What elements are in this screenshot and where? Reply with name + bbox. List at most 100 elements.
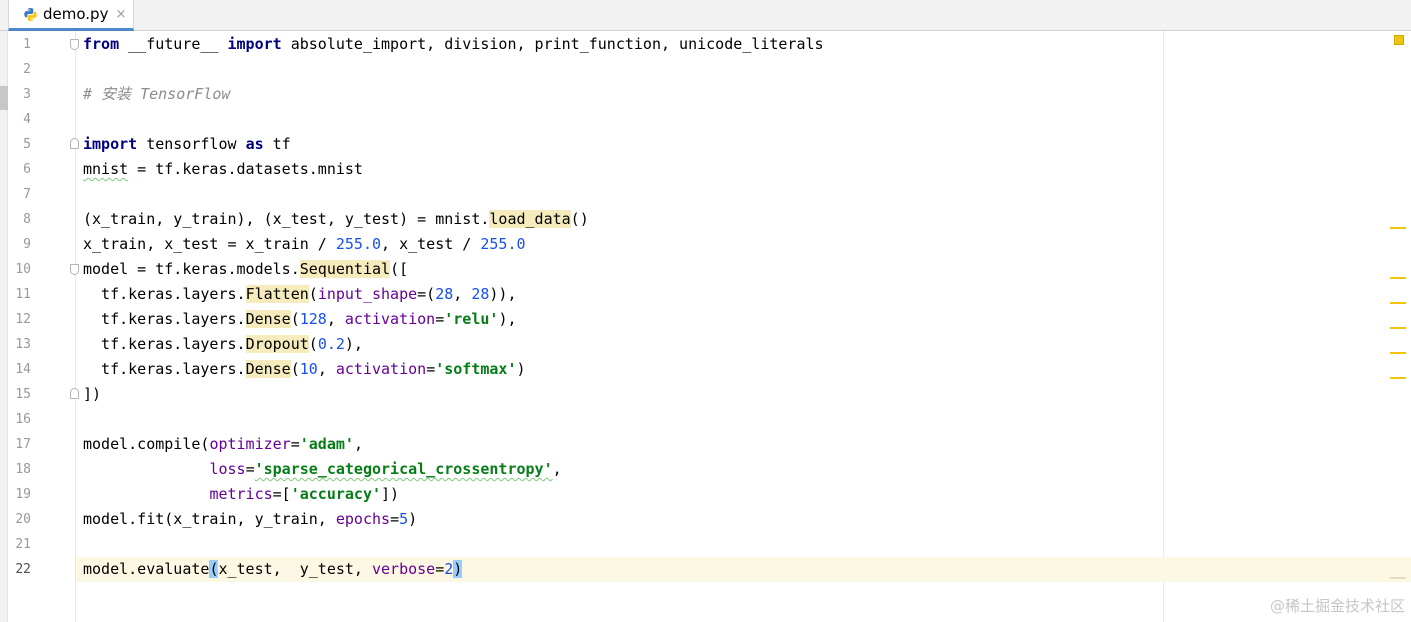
line-number[interactable]: 3: [8, 86, 31, 103]
code-token: )),: [489, 285, 517, 303]
line-number[interactable]: 20: [8, 511, 31, 528]
line-number[interactable]: 21: [8, 536, 31, 553]
line-number[interactable]: 13: [8, 336, 31, 353]
warning-marker[interactable]: [1390, 377, 1406, 379]
code-text: model.evaluate(x_test, y_test, verbose=2…: [83, 560, 463, 579]
code-line[interactable]: 15]): [0, 382, 1411, 407]
line-number[interactable]: 2: [8, 61, 31, 78]
tab-demo-py[interactable]: demo.py ×: [8, 0, 134, 31]
code-token: =: [290, 435, 300, 453]
code-line[interactable]: 3 # 安装 TensorFlow: [0, 82, 1411, 107]
code-token: = tf.keras.datasets.mnist: [128, 160, 363, 178]
line-number[interactable]: 8: [8, 211, 31, 228]
code-token: , x_test /: [381, 235, 481, 253]
code-token: ): [516, 360, 526, 378]
fold-toggle-icon[interactable]: [70, 388, 79, 399]
code-line[interactable]: 10 model = tf.keras.models.Sequential([: [0, 257, 1411, 282]
line-number[interactable]: 18: [8, 461, 31, 478]
line-number[interactable]: 7: [8, 186, 31, 203]
line-number[interactable]: 1: [8, 36, 31, 53]
line-number[interactable]: 11: [8, 286, 31, 303]
code-token: absolute_import, division, print_functio…: [281, 35, 824, 53]
line-number[interactable]: 5: [8, 136, 31, 153]
warning-marker[interactable]: [1390, 227, 1406, 229]
warning-marker[interactable]: [1390, 277, 1406, 279]
line-number[interactable]: 15: [8, 386, 31, 403]
code-token: epochs: [335, 510, 391, 528]
warning-marker[interactable]: [1390, 352, 1406, 354]
code-token: 28: [471, 285, 490, 303]
code-token: __future__: [119, 35, 228, 53]
line-number[interactable]: 9: [8, 236, 31, 253]
line-number[interactable]: 10: [8, 261, 31, 278]
code-line[interactable]: 17 model.compile(optimizer='adam',: [0, 432, 1411, 457]
code-token: ),: [498, 310, 517, 328]
code-text: model = tf.keras.models.Sequential([: [83, 260, 408, 279]
code-token: ): [408, 510, 418, 528]
code-token: tf: [263, 135, 291, 153]
line-number[interactable]: 22: [8, 561, 31, 578]
code-token: 'relu': [444, 310, 499, 328]
line-number[interactable]: 16: [8, 411, 31, 428]
code-token: (: [308, 285, 318, 303]
line-number[interactable]: 6: [8, 161, 31, 178]
editor-tab-bar: demo.py ×: [0, 0, 1411, 31]
code-line[interactable]: 11 tf.keras.layers.Flatten(input_shape=(…: [0, 282, 1411, 307]
code-token: import: [83, 135, 138, 153]
code-token: model.compile(: [83, 435, 210, 453]
code-token: optimizer: [209, 435, 291, 453]
code-line[interactable]: 1 from __future__ import absolute_import,…: [0, 32, 1411, 57]
code-token: ,: [353, 435, 363, 453]
code-token: verbose: [372, 560, 436, 578]
code-text: (x_train, y_train), (x_test, y_test) = m…: [83, 210, 589, 229]
code-token: tf.keras.layers.: [83, 360, 246, 378]
fold-toggle-icon[interactable]: [70, 39, 79, 50]
code-token: =: [435, 310, 445, 328]
code-token: 5: [399, 510, 409, 528]
code-token: 2: [444, 560, 454, 578]
line-number[interactable]: 19: [8, 486, 31, 503]
code-token: tensorflow: [137, 135, 246, 153]
code-line[interactable]: 20 model.fit(x_train, y_train, epochs=5): [0, 507, 1411, 532]
code-token: 28: [435, 285, 454, 303]
code-line[interactable]: 7: [0, 182, 1411, 207]
code-text: x_train, x_test = x_train / 255.0, x_tes…: [83, 235, 526, 254]
code-token: 128: [299, 310, 327, 328]
code-token: 'softmax': [435, 360, 517, 378]
code-line[interactable]: 6 mnist = tf.keras.datasets.mnist: [0, 157, 1411, 182]
code-token: Dropout: [245, 335, 309, 353]
fold-toggle-icon[interactable]: [70, 138, 79, 149]
code-token: ,: [453, 285, 472, 303]
line-number[interactable]: 17: [8, 436, 31, 453]
code-token: import: [227, 35, 282, 53]
code-text: metrics=['accuracy']): [83, 485, 399, 504]
code-line[interactable]: 12 tf.keras.layers.Dense(128, activation…: [0, 307, 1411, 332]
code-token: ,: [317, 360, 336, 378]
code-line[interactable]: 18 loss='sparse_categorical_crossentropy…: [0, 457, 1411, 482]
fold-toggle-icon[interactable]: [70, 264, 79, 275]
code-line[interactable]: 9 x_train, x_test = x_train / 255.0, x_te…: [0, 232, 1411, 257]
code-text: import tensorflow as tf: [83, 135, 291, 154]
code-line[interactable]: 5 import tensorflow as tf: [0, 132, 1411, 157]
warning-marker[interactable]: [1390, 302, 1406, 304]
close-icon[interactable]: ×: [115, 7, 126, 22]
code-line[interactable]: 13 tf.keras.layers.Dropout(0.2),: [0, 332, 1411, 357]
code-token: Dense: [245, 360, 291, 378]
line-number[interactable]: 12: [8, 311, 31, 328]
code-token: =: [435, 560, 445, 578]
code-token: (): [570, 210, 589, 228]
warning-marker[interactable]: [1390, 327, 1406, 329]
warning-indicator-icon[interactable]: [1394, 35, 1404, 45]
code-line[interactable]: 16: [0, 407, 1411, 432]
code-token: x_test, y_test,: [218, 560, 372, 578]
line-number[interactable]: 4: [8, 111, 31, 128]
code-line[interactable]: 4: [0, 107, 1411, 132]
code-line[interactable]: 19 metrics=['accuracy']): [0, 482, 1411, 507]
code-token: tf.keras.layers.: [83, 310, 246, 328]
line-number[interactable]: 14: [8, 361, 31, 378]
code-line[interactable]: 2: [0, 57, 1411, 82]
code-line[interactable]: 8 (x_train, y_train), (x_test, y_test) = …: [0, 207, 1411, 232]
code-line[interactable]: 22 model.evaluate(x_test, y_test, verbose…: [0, 557, 1411, 582]
code-line[interactable]: 21: [0, 532, 1411, 557]
code-line[interactable]: 14 tf.keras.layers.Dense(10, activation=…: [0, 357, 1411, 382]
